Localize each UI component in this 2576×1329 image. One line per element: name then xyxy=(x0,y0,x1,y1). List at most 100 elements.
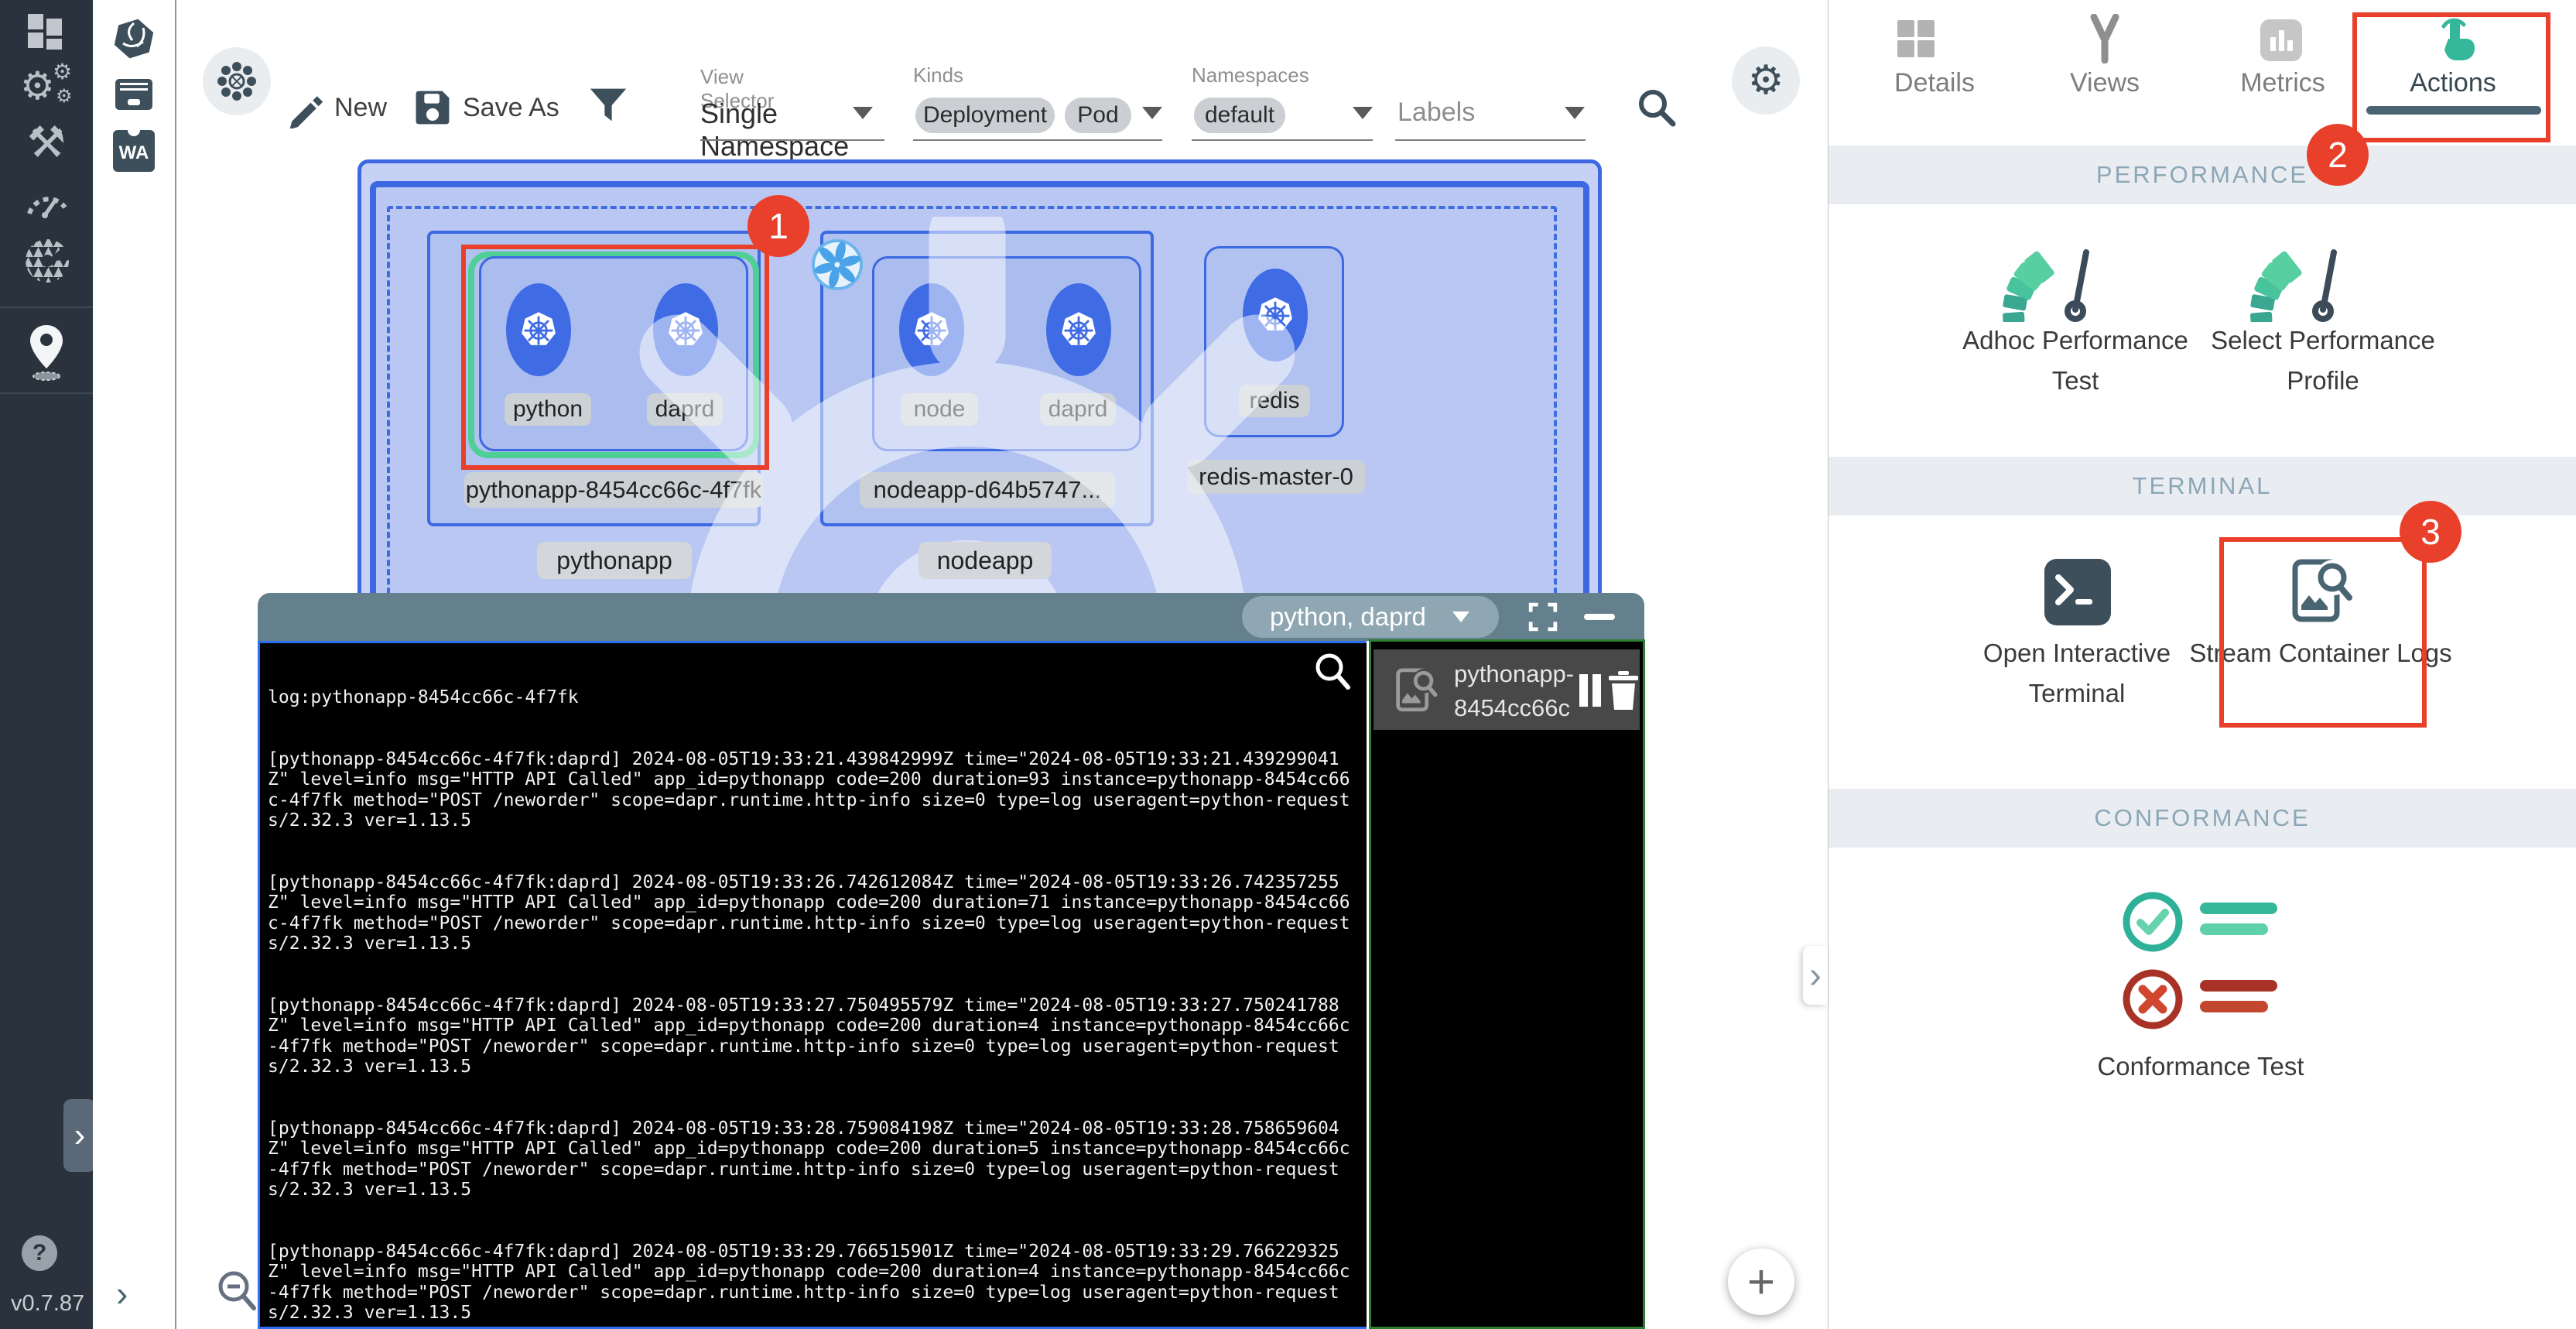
adhoc-performance-test-button[interactable] xyxy=(2000,229,2151,326)
pause-icon[interactable] xyxy=(1592,674,1601,707)
zoom-out-icon xyxy=(214,1266,260,1314)
kubernetes-icon xyxy=(912,310,952,350)
pod-nodeapp[interactable]: node daprd xyxy=(872,256,1141,451)
labels-placeholder: Labels xyxy=(1397,98,1475,128)
open-interactive-terminal-button[interactable] xyxy=(2043,557,2112,631)
rail-item-spinner[interactable] xyxy=(112,17,156,64)
container-selector[interactable]: python, daprd xyxy=(1242,596,1499,638)
conformance-test-label[interactable]: Conformance Test xyxy=(2061,1046,2340,1087)
check-circle-icon xyxy=(2119,889,2186,955)
chevron-down-icon xyxy=(1452,611,1469,622)
container-daprd[interactable] xyxy=(1046,283,1111,376)
stream-logs-icon xyxy=(1391,665,1442,716)
open-interactive-terminal-label[interactable]: Open Interactive Terminal xyxy=(1945,633,2208,714)
stream-tab-pod-line1: pythonapp- xyxy=(1454,657,1574,691)
chevron-down-icon xyxy=(853,107,873,119)
chevron-down-icon xyxy=(1565,107,1585,119)
pod-name-chip: redis-master-0 xyxy=(1187,460,1365,494)
minimize-icon[interactable] xyxy=(1584,614,1615,620)
container-label: redis xyxy=(1239,385,1310,417)
pod-name-chip: pythonapp-8454cc66c-4f7fk xyxy=(464,472,763,508)
sidebar-item-dashboard[interactable] xyxy=(26,11,67,51)
save-as-button-label: Save As xyxy=(463,93,559,123)
tab-metrics-label[interactable]: Metrics xyxy=(2205,68,2360,98)
dashboard-grid-icon xyxy=(26,11,67,51)
sidebar-item-conformance[interactable] xyxy=(23,237,71,289)
tab-views[interactable] xyxy=(2082,14,2128,67)
sidebar-item-locations[interactable] xyxy=(25,324,68,388)
container-redis[interactable] xyxy=(1243,269,1308,361)
filter-button[interactable] xyxy=(588,85,628,129)
sidebar-item-tools[interactable]: ⚒ xyxy=(23,118,70,167)
select-performance-profile-label[interactable]: Select Performance Profile xyxy=(2191,320,2455,401)
settings-button[interactable]: ⚙ xyxy=(1732,46,1800,115)
section-conformance-header: CONFORMANCE xyxy=(1829,789,2576,848)
location-pin-icon xyxy=(25,324,68,384)
conformance-test-button[interactable] xyxy=(2119,889,2186,959)
terminal-log-pane[interactable]: log:pythonapp-8454cc66c-4f7fk [pythonapp… xyxy=(258,641,1369,1329)
triangle-pie-icon xyxy=(23,237,71,285)
add-button[interactable]: + xyxy=(1728,1249,1794,1315)
fullscreen-icon[interactable] xyxy=(1528,602,1558,632)
dapr-spinner-badge xyxy=(811,238,864,295)
log-entry: [pythonapp-8454cc66c-4f7fk:daprd] 2024-0… xyxy=(268,995,1359,1077)
chevron-right-icon: › xyxy=(1809,954,1822,997)
filter-funnel-icon xyxy=(588,85,628,125)
log-entry: [pythonapp-8454cc66c-4f7fk:daprd] 2024-0… xyxy=(268,1118,1359,1201)
canvas-zoom-out-button[interactable] xyxy=(214,1266,260,1318)
sidebar-expand-button[interactable]: › xyxy=(63,1099,96,1172)
tab-views-label[interactable]: Views xyxy=(2027,68,2182,98)
graph-menu-button[interactable] xyxy=(203,47,271,115)
sidebar-item-performance[interactable] xyxy=(23,181,70,222)
container-node[interactable] xyxy=(899,283,964,376)
trash-icon[interactable] xyxy=(1606,670,1641,711)
namespaces-label: Namespaces xyxy=(1192,63,1309,87)
log-stream-pane: pythonapp- 8454cc66c xyxy=(1369,639,1645,1329)
panel-collapse-button[interactable]: › xyxy=(1803,946,1828,1005)
deployment-nodeapp[interactable]: node daprd nodeapp-d64b5747... xyxy=(820,231,1154,526)
field-underline xyxy=(1395,139,1586,141)
annotation-circle-2: 2 xyxy=(2307,124,2369,186)
terminal-header[interactable]: python, daprd xyxy=(258,593,1644,641)
log-stream-tab[interactable]: pythonapp- 8454cc66c xyxy=(1374,649,1640,730)
tab-details[interactable] xyxy=(1896,19,1936,63)
adhoc-performance-test-label[interactable]: Adhoc Performance Test xyxy=(1944,320,2207,401)
tab-details-label[interactable]: Details xyxy=(1857,68,2012,98)
help-button[interactable]: ? xyxy=(22,1235,57,1271)
pod-redis[interactable]: redis xyxy=(1204,246,1344,437)
kind-chip-pod[interactable]: Pod xyxy=(1065,98,1131,133)
tab-metrics[interactable] xyxy=(2260,19,2303,66)
search-icon xyxy=(1636,87,1678,128)
gear-icon: ⚙ xyxy=(1748,57,1784,104)
gauge-icon xyxy=(2000,229,2151,322)
check-line-1 xyxy=(2200,903,2277,914)
log-entry: [pythonapp-8454cc66c-4f7fk:daprd] 2024-0… xyxy=(268,749,1359,831)
kubernetes-icon xyxy=(1059,310,1099,350)
pause-icon[interactable] xyxy=(1579,674,1588,707)
kind-chip-deployment[interactable]: Deployment xyxy=(915,98,1055,133)
container-label: node xyxy=(901,393,978,426)
field-underline xyxy=(700,139,884,141)
terminal-icon xyxy=(2043,557,2112,627)
rail-item-archive[interactable] xyxy=(112,74,156,118)
gears-icon: ⚙ xyxy=(20,63,55,108)
namespace-chip: pythonapp xyxy=(537,542,692,579)
rail-item-wasm[interactable]: WA xyxy=(113,130,155,172)
field-underline xyxy=(1192,139,1373,141)
magnifier-cursor-icon xyxy=(1311,650,1354,694)
search-button[interactable] xyxy=(1636,87,1678,132)
annotation-box-2 xyxy=(2352,12,2550,142)
check-line-2 xyxy=(2200,923,2268,935)
gear-small-icon: ⚙ xyxy=(56,85,73,108)
namespace-chip-default[interactable]: default xyxy=(1194,98,1285,133)
rail-collapse-button[interactable]: › xyxy=(116,1272,128,1314)
wasm-notch xyxy=(128,130,140,136)
sidebar-item-settings[interactable]: ⚙ ⚙ ⚙ xyxy=(20,59,74,113)
new-button[interactable]: New xyxy=(285,87,409,130)
gauge-icon xyxy=(2247,229,2399,322)
select-performance-profile-button[interactable] xyxy=(2247,229,2399,326)
app-root: ⚙ ⚙ ⚙ ⚒ xyxy=(0,0,2576,1329)
dapr-spinner-icon xyxy=(811,238,864,291)
save-as-button[interactable]: Save As xyxy=(413,87,583,130)
chevron-right-icon: › xyxy=(74,1116,86,1155)
